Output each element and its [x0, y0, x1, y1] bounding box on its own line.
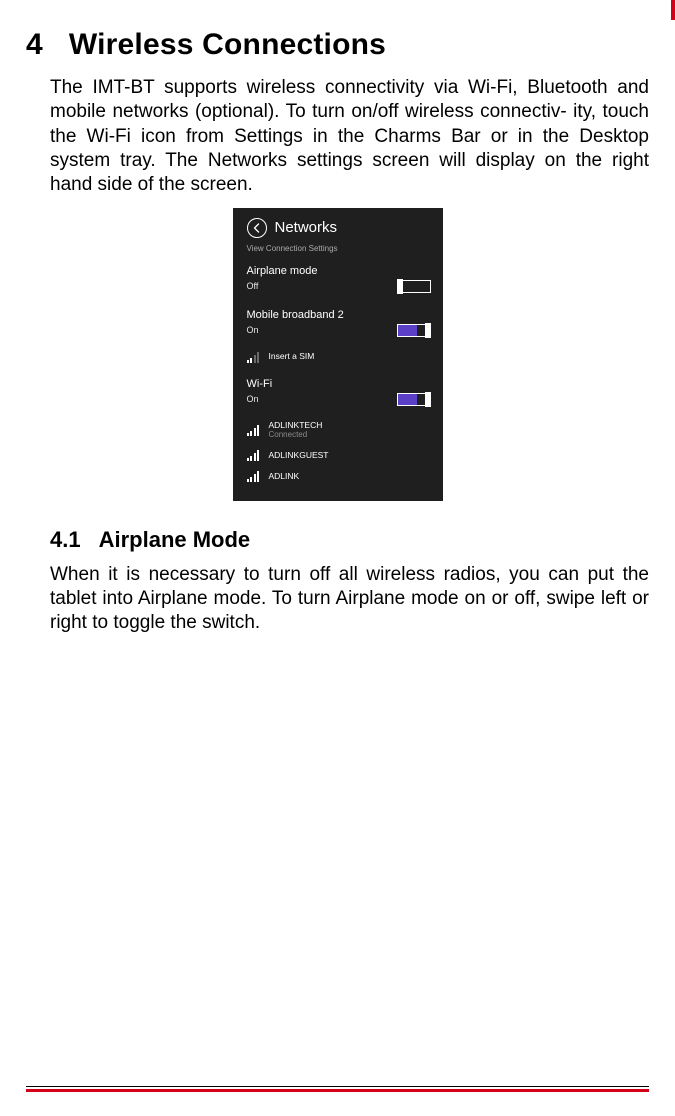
panel-title: Networks — [275, 219, 338, 236]
wifi-toggle[interactable] — [397, 393, 431, 406]
mobile-broadband-toggle[interactable] — [397, 324, 431, 337]
wifi-network-item[interactable]: ADLINKTECH Connected — [247, 416, 431, 445]
section-number: 4.1 — [50, 527, 81, 553]
footer-accent-line — [26, 1089, 649, 1092]
wifi-network-status: Connected — [269, 430, 308, 439]
chapter-number: 4 — [26, 28, 43, 62]
page-edge-marker — [671, 0, 675, 20]
intro-paragraph: The IMT-BT supports wireless connectivit… — [26, 76, 649, 198]
airplane-mode-state: Off — [247, 281, 259, 291]
section-heading: 4.1 Airplane Mode — [26, 527, 649, 553]
wifi-network-item[interactable]: ADLINK — [247, 466, 431, 487]
mobile-broadband-row: On — [247, 324, 431, 337]
wifi-row: On — [247, 393, 431, 406]
wifi-network-item[interactable]: ADLINKGUEST — [247, 445, 431, 466]
sim-text: Insert a SIM — [269, 352, 315, 361]
document-page: 4 Wireless Connections The IMT-BT support… — [0, 0, 675, 1116]
wifi-signal-icon — [247, 425, 261, 436]
signal-bars-icon — [247, 352, 261, 363]
chapter-heading: 4 Wireless Connections — [26, 28, 649, 62]
wifi-network-name: ADLINKTECH — [269, 420, 323, 430]
figure-wrapper: Networks View Connection Settings Airpla… — [26, 208, 649, 501]
mobile-broadband-label: Mobile broadband 2 — [247, 309, 431, 321]
chapter-title: Wireless Connections — [69, 28, 386, 61]
wifi-label: Wi-Fi — [247, 378, 431, 390]
wifi-network-name: ADLINKGUEST — [269, 451, 329, 460]
section-paragraph: When it is necessary to turn off all wir… — [26, 563, 649, 636]
wifi-network-name: ADLINK — [269, 472, 300, 481]
sim-item[interactable]: Insert a SIM — [247, 347, 431, 368]
section-title: Airplane Mode — [99, 527, 251, 552]
wifi-state: On — [247, 394, 259, 404]
airplane-mode-row: Off — [247, 280, 431, 293]
back-icon[interactable] — [247, 218, 267, 238]
airplane-mode-label: Airplane mode — [247, 265, 431, 277]
mobile-broadband-state: On — [247, 325, 259, 335]
airplane-mode-toggle[interactable] — [397, 280, 431, 293]
networks-panel: Networks View Connection Settings Airpla… — [233, 208, 443, 501]
wifi-signal-icon — [247, 450, 261, 461]
view-connection-settings-link[interactable]: View Connection Settings — [247, 244, 431, 253]
wifi-signal-icon — [247, 471, 261, 482]
wifi-network-text: ADLINKTECH Connected — [269, 421, 323, 440]
panel-header: Networks — [247, 218, 431, 238]
